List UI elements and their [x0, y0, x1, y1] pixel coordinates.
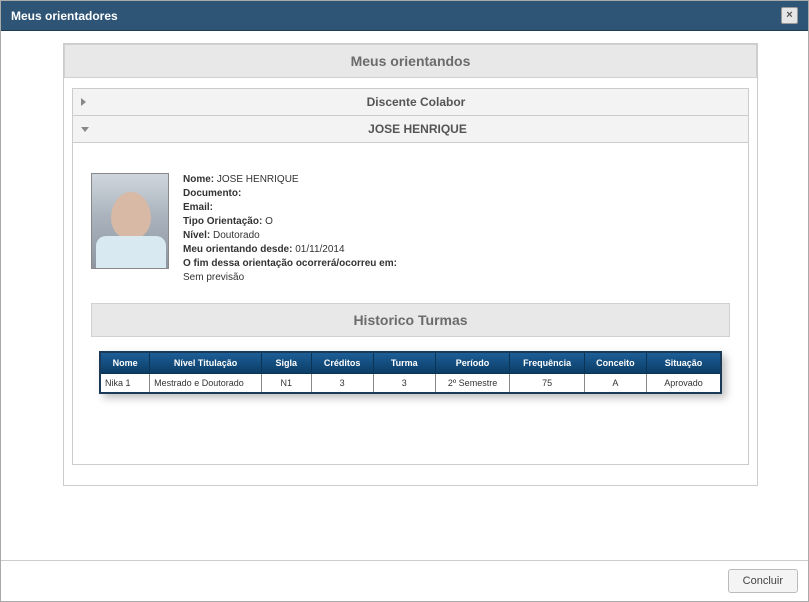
panel: Meus orientandos Discente Colabor JOSE H…: [63, 43, 758, 486]
cell-nivel-titulacao: Mestrado e Doutorado: [150, 374, 262, 394]
table-header-row: Nome Nível Titulação Sigla Créditos Turm…: [100, 352, 721, 374]
dialog-title: Meus orientadores: [11, 9, 118, 23]
col-conceito: Conceito: [584, 352, 646, 374]
accordion-label: Discente Colabor: [92, 95, 740, 109]
col-nome: Nome: [100, 352, 150, 374]
dialog-window: Meus orientadores × Meus orientandos Dis…: [0, 0, 809, 602]
panel-heading: Meus orientandos: [64, 44, 757, 78]
value: Doutorado: [213, 230, 260, 241]
value: O: [265, 216, 273, 227]
accordion-item-expanded[interactable]: JOSE HENRIQUE: [72, 116, 749, 143]
cell-nome: Nika 1: [100, 374, 150, 394]
student-photo: [91, 173, 169, 269]
concluir-button[interactable]: Concluir: [728, 569, 798, 593]
history-heading-text: Historico Turmas: [353, 312, 467, 328]
label: Sem previsão: [183, 272, 244, 283]
dialog-body-scroll[interactable]: Meus orientandos Discente Colabor JOSE H…: [1, 31, 808, 560]
value: 01/11/2014: [295, 244, 344, 255]
col-periodo: Período: [435, 352, 510, 374]
col-nivel-titulacao: Nível Titulação: [150, 352, 262, 374]
chevron-right-icon: [81, 98, 86, 106]
cell-creditos: 3: [311, 374, 373, 394]
col-creditos: Créditos: [311, 352, 373, 374]
history-table: Nome Nível Titulação Sigla Créditos Turm…: [99, 351, 722, 394]
panel-heading-text: Meus orientandos: [351, 53, 471, 69]
col-situacao: Situação: [646, 352, 721, 374]
dialog-footer: Concluir: [1, 560, 808, 601]
label: O fim dessa orientação ocorrerá/ocorreu …: [183, 258, 397, 269]
label: Meu orientando desde:: [183, 244, 292, 255]
chevron-down-icon: [81, 127, 89, 132]
close-icon[interactable]: ×: [781, 7, 798, 24]
cell-turma: 3: [373, 374, 435, 394]
col-frequencia: Frequência: [510, 352, 585, 374]
cell-conceito: A: [584, 374, 646, 394]
col-sigla: Sigla: [261, 352, 311, 374]
cell-periodo: 2º Semestre: [435, 374, 510, 394]
label: Nível:: [183, 230, 210, 241]
label: Tipo Orientação:: [183, 216, 262, 227]
accordion-label: JOSE HENRIQUE: [95, 122, 740, 136]
history-heading: Historico Turmas: [91, 303, 730, 337]
label: Email:: [183, 202, 213, 213]
table-row: Nika 1 Mestrado e Doutorado N1 3 3 2º Se…: [100, 374, 721, 394]
accordion-item-collapsed[interactable]: Discente Colabor: [72, 88, 749, 116]
cell-frequencia: 75: [510, 374, 585, 394]
col-turma: Turma: [373, 352, 435, 374]
history-table-wrap: Nome Nível Titulação Sigla Créditos Turm…: [99, 351, 722, 394]
value: JOSE HENRIQUE: [217, 174, 299, 185]
student-info-block: Nome: JOSE HENRIQUE Documento: Email: Ti…: [183, 173, 397, 285]
student-detail: Nome: JOSE HENRIQUE Documento: Email: Ti…: [72, 143, 749, 465]
dialog-titlebar: Meus orientadores ×: [1, 1, 808, 31]
label: Documento:: [183, 188, 241, 199]
cell-sigla: N1: [261, 374, 311, 394]
cell-situacao: Aprovado: [646, 374, 721, 394]
label: Nome:: [183, 174, 214, 185]
